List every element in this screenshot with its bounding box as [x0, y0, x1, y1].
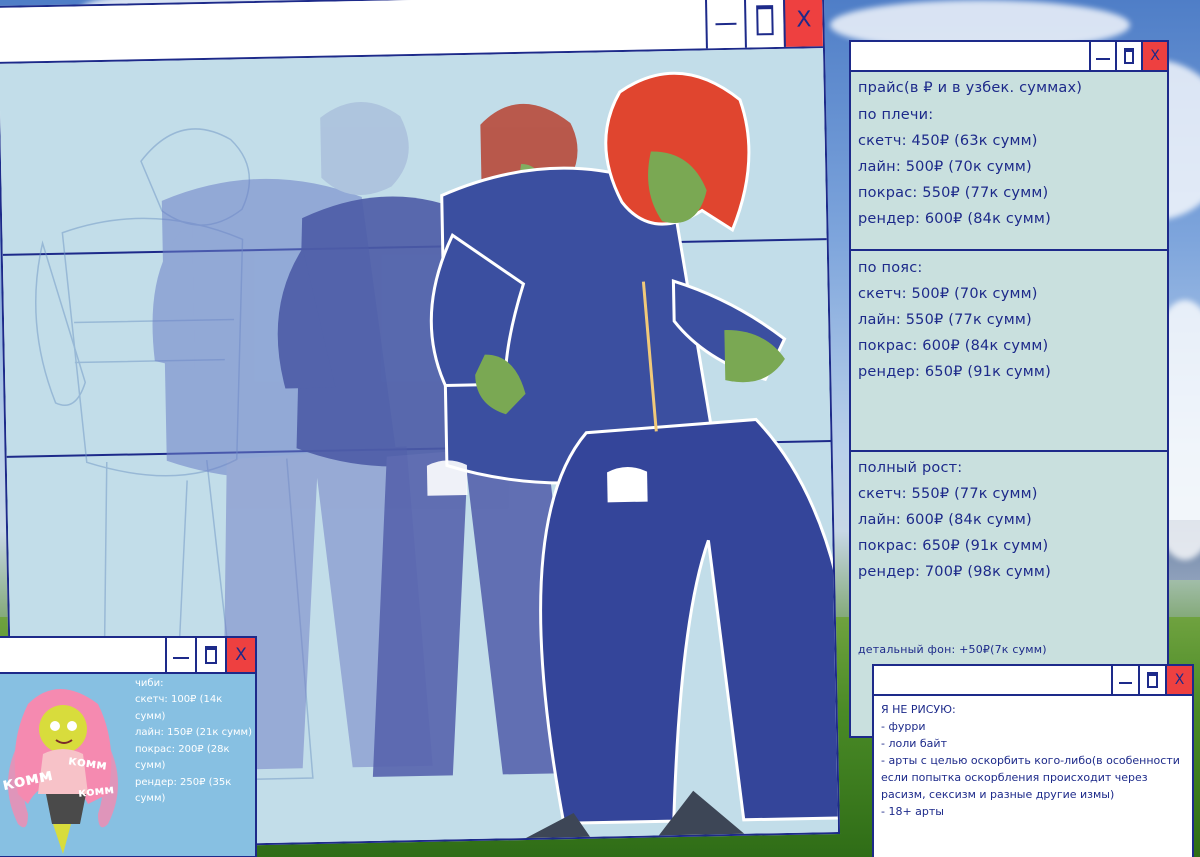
- minimize-icon: [1096, 58, 1110, 60]
- will-not-draw-item: - лоли байт: [881, 737, 947, 750]
- maximize-icon: [1123, 48, 1135, 64]
- minimize-button[interactable]: [704, 0, 745, 49]
- price-row: скетч: 450₽ (63к сумм): [858, 133, 1038, 149]
- minimize-button[interactable]: [1089, 42, 1115, 70]
- price-list-title: прайс(в ₽ и в узбек. суммах): [858, 80, 1083, 96]
- will-not-draw-item: - арты с целью оскорбить кого-либо(в осо…: [881, 754, 1180, 767]
- maximize-button[interactable]: [743, 0, 784, 48]
- shoulders-heading: по плечи:: [858, 107, 934, 123]
- price-list-window-titlebar[interactable]: X: [851, 42, 1167, 72]
- will-not-draw-heading: Я НЕ РИСУЮ:: [881, 703, 956, 716]
- maximize-icon: [756, 5, 774, 36]
- full-body-heading: полный рост:: [858, 460, 963, 476]
- close-icon: X: [1150, 48, 1160, 64]
- section-divider: [849, 450, 1169, 452]
- price-list-window[interactable]: X прайс(в ₽ и в узбек. суммах) по плечи:…: [849, 40, 1169, 738]
- close-icon: X: [1174, 672, 1185, 688]
- will-not-draw-item: расизм, сексизм и разные другие измы): [881, 788, 1115, 801]
- maximize-button[interactable]: [195, 638, 225, 672]
- close-button[interactable]: X: [225, 638, 255, 672]
- price-row: покрас: 650₽ (91к сумм): [858, 538, 1049, 554]
- chibi-price-line: сумм): [135, 760, 166, 771]
- chibi-price-line: сумм): [135, 711, 166, 722]
- maximize-button[interactable]: [1138, 666, 1165, 694]
- background-surcharge-note: детальный фон: +50₽(7к сумм): [858, 643, 1047, 656]
- maximize-icon: [204, 645, 218, 665]
- chibi-heading: чиби:: [135, 678, 164, 689]
- chibi-price-line: покрас: 200₽ (28к: [135, 744, 230, 755]
- chibi-window-body: комм комм комм чиби: скетч: 100₽ (14к су…: [0, 674, 255, 856]
- minimize-icon: [173, 657, 189, 659]
- minimize-icon: [1118, 682, 1133, 684]
- maximize-button[interactable]: [1115, 42, 1141, 70]
- final-render-figure: [426, 71, 839, 848]
- price-list-body: прайс(в ₽ и в узбек. суммах) по плечи: с…: [849, 72, 1169, 736]
- close-button[interactable]: X: [1165, 666, 1192, 694]
- chibi-window-titlebar[interactable]: X: [0, 638, 255, 674]
- close-icon: X: [235, 645, 247, 665]
- will-not-draw-item: - фурри: [881, 720, 926, 733]
- close-icon: X: [796, 6, 812, 33]
- section-divider: [849, 249, 1169, 251]
- will-not-draw-item: если попытка оскорбления происходит чере…: [881, 771, 1148, 784]
- will-not-draw-body: Я НЕ РИСУЮ: - фурри - лоли байт - арты с…: [874, 696, 1192, 857]
- price-row: рендер: 700₽ (98к сумм): [858, 564, 1051, 580]
- price-row: скетч: 500₽ (70к сумм): [858, 286, 1038, 302]
- price-row: лайн: 500₽ (70к сумм): [858, 159, 1032, 175]
- minimize-button[interactable]: [165, 638, 195, 672]
- price-row: лайн: 600₽ (84к сумм): [858, 512, 1032, 528]
- will-not-draw-window-titlebar[interactable]: X: [874, 666, 1192, 696]
- price-row: скетч: 550₽ (77к сумм): [858, 486, 1038, 502]
- close-button[interactable]: X: [782, 0, 823, 47]
- price-row: лайн: 550₽ (77к сумм): [858, 312, 1032, 328]
- chibi-price-line: сумм): [135, 793, 166, 804]
- close-button[interactable]: X: [1141, 42, 1167, 70]
- minimize-button[interactable]: [1111, 666, 1138, 694]
- chibi-price-window[interactable]: X комм комм комм чиби: скетч: 100₽ (14к …: [0, 636, 257, 857]
- will-not-draw-window[interactable]: X Я НЕ РИСУЮ: - фурри - лоли байт - арты…: [872, 664, 1194, 857]
- chibi-price-line: скетч: 100₽ (14к: [135, 694, 223, 705]
- waist-heading: по пояс:: [858, 260, 923, 276]
- maximize-icon: [1146, 672, 1159, 688]
- minimize-icon: [715, 22, 737, 26]
- will-not-draw-item: - 18+ арты: [881, 805, 944, 818]
- price-row: покрас: 600₽ (84к сумм): [858, 338, 1049, 354]
- chibi-price-line: рендер: 250₽ (35к: [135, 777, 232, 788]
- price-row: рендер: 650₽ (91к сумм): [858, 364, 1051, 380]
- chibi-price-line: лайн: 150₽ (21к сумм): [135, 727, 252, 738]
- price-row: рендер: 600₽ (84к сумм): [858, 211, 1051, 227]
- price-row: покрас: 550₽ (77к сумм): [858, 185, 1049, 201]
